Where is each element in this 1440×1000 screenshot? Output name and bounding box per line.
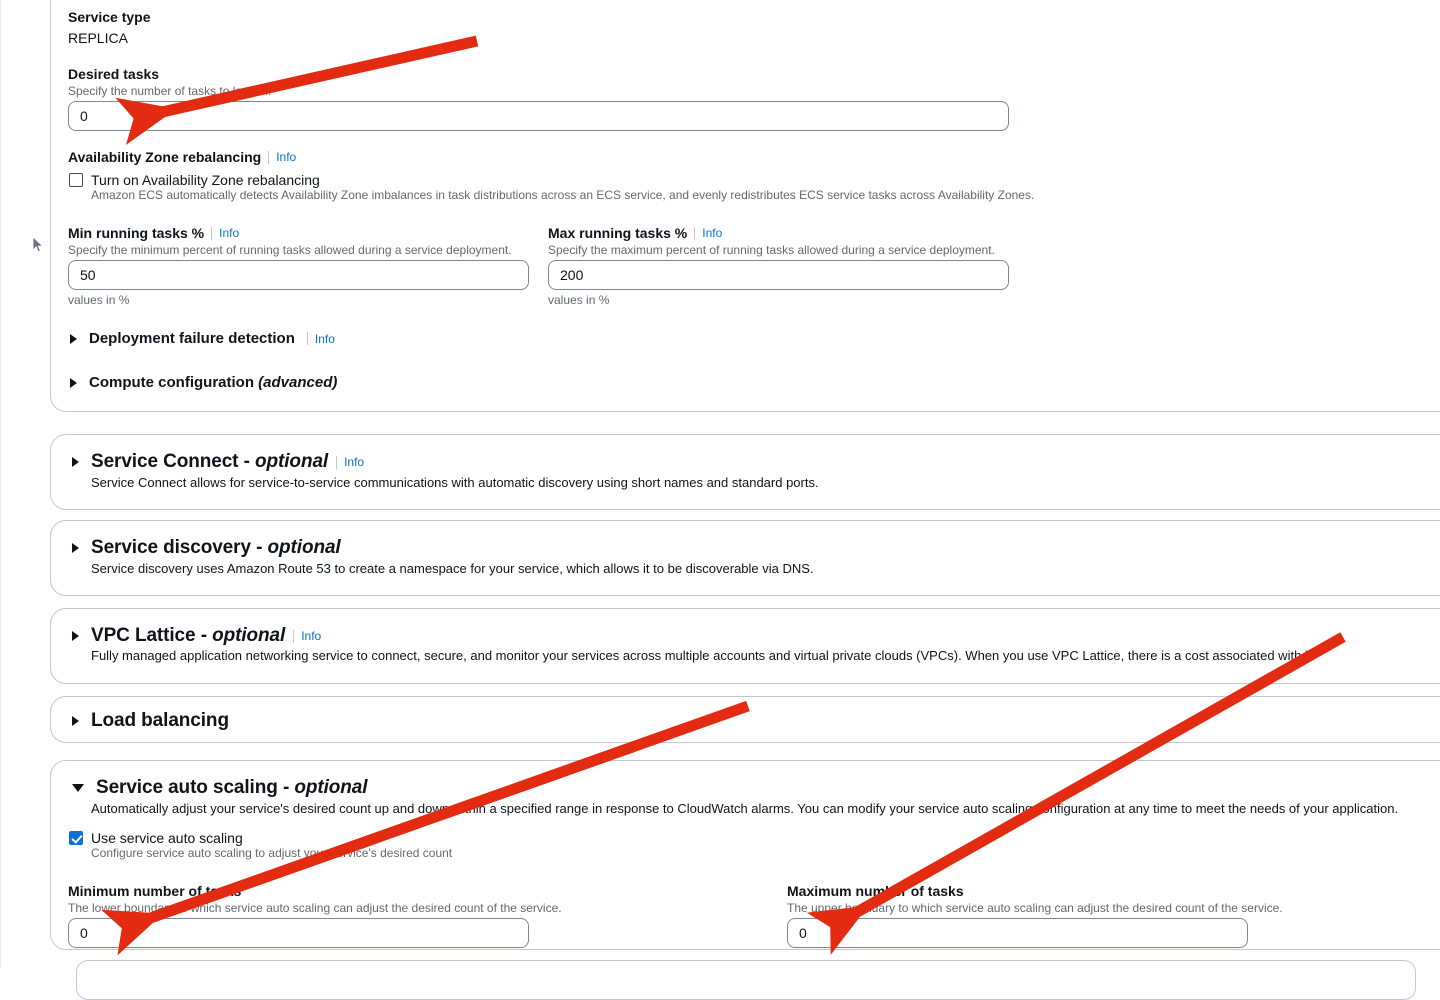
use-service-auto-scaling-checkbox[interactable] <box>69 831 83 845</box>
load-balancing-expander[interactable]: Load balancing <box>72 710 229 732</box>
service-discovery-expander[interactable]: Service discovery - optional <box>72 537 341 559</box>
min-running-tasks-hint: values in % <box>68 293 130 307</box>
service-discovery-title: Service discovery - optional <box>91 537 341 559</box>
viewport-left-edge <box>0 0 1 968</box>
service-connect-title-text: Service Connect <box>91 451 239 472</box>
chevron-right-icon[interactable] <box>72 543 79 553</box>
service-connect-info-wrap: Info <box>336 455 364 469</box>
load-balancing-card <box>50 696 1440 743</box>
service-connect-info-link[interactable]: Info <box>344 455 364 469</box>
deployment-configuration-card <box>50 0 1440 412</box>
availability-zone-rebalancing-info-link[interactable]: Info <box>276 150 296 164</box>
min-running-tasks-description: Specify the minimum percent of running t… <box>68 243 512 257</box>
availability-zone-rebalancing-description: Amazon ECS automatically detects Availab… <box>91 188 1035 202</box>
compute-configuration-expander[interactable]: Compute configuration (advanced) <box>70 374 337 391</box>
vpc-lattice-expander[interactable]: VPC Lattice - optional Info <box>72 625 321 647</box>
service-connect-optional: optional <box>255 451 329 472</box>
info-divider <box>268 150 270 164</box>
max-running-tasks-label-row: Max running tasks % Info <box>548 224 722 242</box>
auto-scaling-policy-subcard <box>76 960 1416 1000</box>
desired-tasks-input[interactable] <box>68 101 1009 131</box>
service-discovery-optional: optional <box>267 537 341 558</box>
desired-tasks-label: Desired tasks <box>68 66 160 82</box>
chevron-right-icon[interactable] <box>72 716 79 726</box>
service-auto-scaling-dash: - <box>282 777 290 798</box>
service-connect-title: Service Connect - optional <box>91 451 328 473</box>
max-running-tasks-hint: values in % <box>548 293 610 307</box>
max-running-tasks-description: Specify the maximum percent of running t… <box>548 243 995 257</box>
vpc-lattice-description: Fully managed application networking ser… <box>91 648 1316 663</box>
chevron-right-icon[interactable] <box>70 333 77 344</box>
maximum-number-of-tasks-input[interactable] <box>787 918 1248 948</box>
info-divider <box>694 226 696 240</box>
max-running-tasks-info-link[interactable]: Info <box>702 226 722 240</box>
service-discovery-description: Service discovery uses Amazon Route 53 t… <box>91 561 814 576</box>
minimum-number-of-tasks-label: Minimum number of tasks <box>68 883 242 899</box>
use-service-auto-scaling-description: Configure service auto scaling to adjust… <box>91 846 453 860</box>
deployment-failure-detection-info-wrap: Info <box>306 332 335 346</box>
maximum-number-of-tasks-label: Maximum number of tasks <box>787 883 964 899</box>
compute-configuration-title: Compute configuration (advanced) <box>89 374 337 391</box>
availability-zone-rebalancing-label-row: Availability Zone rebalancing Info <box>68 148 296 166</box>
vpc-lattice-optional: optional <box>212 625 286 646</box>
compute-configuration-title-text: Compute configuration <box>89 374 254 391</box>
service-type-label: Service type <box>68 9 151 25</box>
service-auto-scaling-optional: optional <box>294 777 368 798</box>
vpc-lattice-info-wrap: Info <box>293 629 321 643</box>
availability-zone-rebalancing-label: Availability Zone rebalancing <box>68 149 262 165</box>
service-auto-scaling-title: Service auto scaling - optional <box>96 777 368 799</box>
chevron-down-icon[interactable] <box>72 784 84 792</box>
min-running-tasks-label: Min running tasks % <box>68 225 205 241</box>
vpc-lattice-info-link[interactable]: Info <box>301 629 321 643</box>
availability-zone-rebalancing-checkbox[interactable] <box>69 173 83 187</box>
desired-tasks-description: Specify the number of tasks to launch. <box>68 84 272 98</box>
minimum-number-of-tasks-description: The lower boundary to which service auto… <box>68 901 562 915</box>
service-type-value: REPLICA <box>68 30 128 46</box>
service-connect-description: Service Connect allows for service-to-se… <box>91 475 819 490</box>
min-running-tasks-info-wrap: Info <box>211 226 239 240</box>
vpc-lattice-dash: - <box>200 625 207 646</box>
info-divider <box>336 455 338 469</box>
service-discovery-dash: - <box>256 537 263 558</box>
vpc-lattice-title: VPC Lattice - optional <box>91 625 285 647</box>
min-running-tasks-info-link[interactable]: Info <box>219 226 239 240</box>
service-connect-dash: - <box>243 451 250 472</box>
availability-zone-rebalancing-info-wrap: Info <box>268 150 296 164</box>
ecs-create-service-page: Service type REPLICA Desired tasks Speci… <box>0 0 1440 1000</box>
vpc-lattice-title-text: VPC Lattice <box>91 625 196 646</box>
deployment-failure-detection-title: Deployment failure detection <box>89 330 295 347</box>
info-divider <box>306 332 308 345</box>
maximum-number-of-tasks-description: The upper boundary to which service auto… <box>787 901 1283 915</box>
max-running-tasks-label: Max running tasks % <box>548 225 688 241</box>
info-divider <box>293 629 295 643</box>
service-auto-scaling-description: Automatically adjust your service's desi… <box>91 801 1399 816</box>
compute-configuration-suffix: (advanced) <box>258 374 338 391</box>
chevron-right-icon[interactable] <box>72 457 79 467</box>
chevron-right-icon[interactable] <box>72 631 79 641</box>
max-running-tasks-info-wrap: Info <box>694 226 722 240</box>
service-connect-expander[interactable]: Service Connect - optional Info <box>72 451 364 473</box>
max-running-tasks-input[interactable] <box>548 260 1009 290</box>
service-auto-scaling-title-text: Service auto scaling <box>96 777 278 798</box>
mouse-cursor-icon <box>32 236 44 253</box>
min-running-tasks-input[interactable] <box>68 260 529 290</box>
deployment-failure-detection-info-link[interactable]: Info <box>315 332 335 346</box>
chevron-right-icon[interactable] <box>70 377 77 388</box>
service-auto-scaling-expander[interactable]: Service auto scaling - optional <box>72 777 368 799</box>
load-balancing-title: Load balancing <box>91 710 229 731</box>
min-running-tasks-label-row: Min running tasks % Info <box>68 224 239 242</box>
deployment-failure-detection-expander[interactable]: Deployment failure detection Info <box>70 330 335 347</box>
service-discovery-title-text: Service discovery <box>91 537 251 558</box>
minimum-number-of-tasks-input[interactable] <box>68 918 529 948</box>
info-divider <box>211 226 213 240</box>
